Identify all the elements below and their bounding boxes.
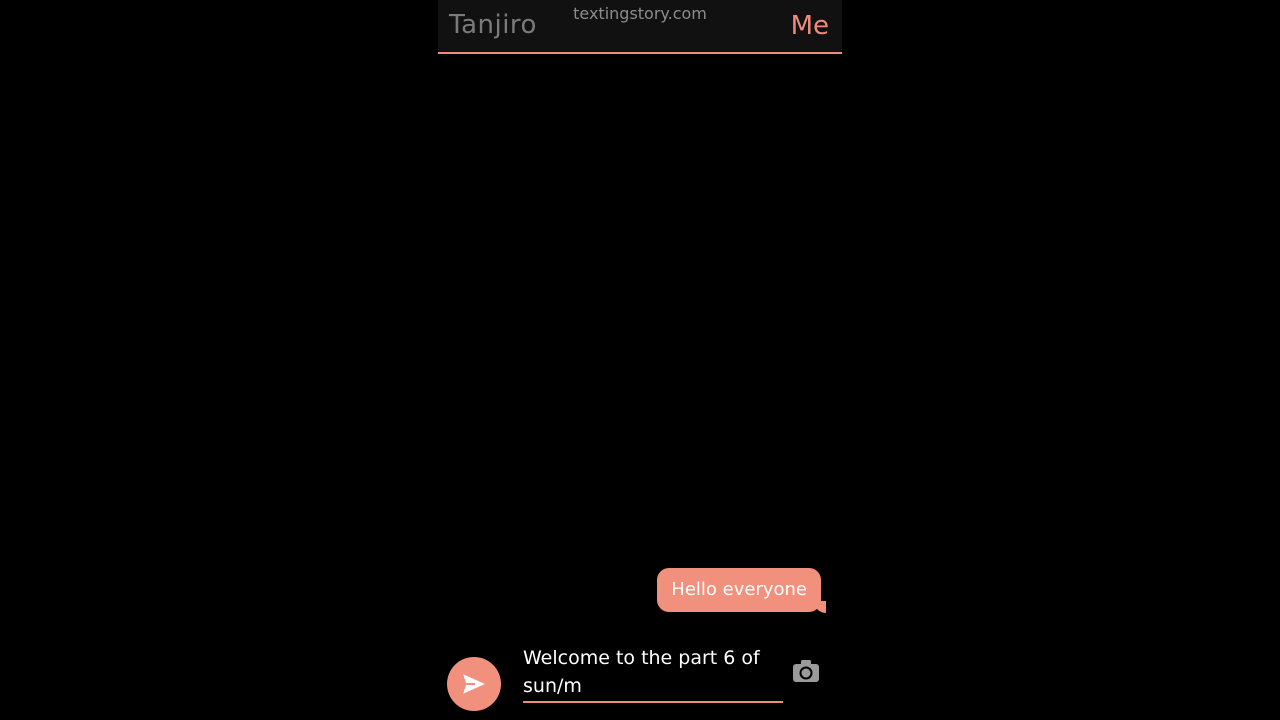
message-list: Hello everyone [438,56,842,636]
message-composer: Welcome to the part 6 of sun/m [438,636,842,720]
send-button[interactable] [447,657,501,711]
chat-header: Tanjiro textingstory.com Me [438,0,842,54]
message-input[interactable]: Welcome to the part 6 of sun/m [523,644,783,703]
bubble-tail [814,601,826,613]
camera-icon[interactable] [792,659,820,683]
message-bubble-sent: Hello everyone [657,568,821,612]
send-icon [463,674,485,694]
watermark: textingstory.com [573,4,707,23]
me-label[interactable]: Me [791,11,829,41]
chat-screen: Tanjiro textingstory.com Me Hello everyo… [438,0,842,720]
